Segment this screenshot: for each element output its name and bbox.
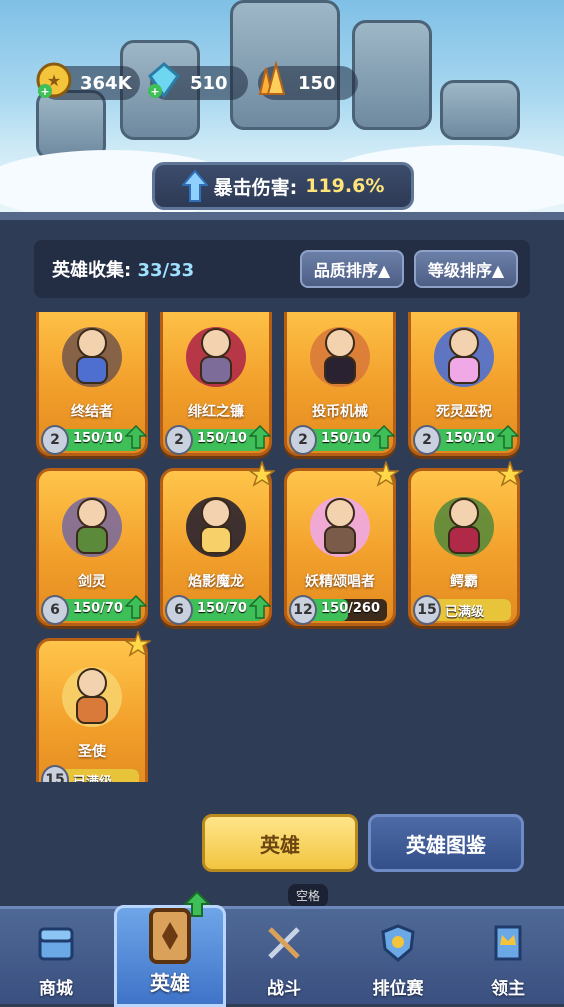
hero-portrait <box>434 327 494 387</box>
upgrade-arrow-icon <box>249 595 271 619</box>
hero-name: 圣使 <box>78 744 106 760</box>
hero-level-badge: 15 <box>41 765 69 782</box>
shield-icon <box>381 924 415 962</box>
hero-card[interactable]: 死灵巫祝 2 150/10 <box>408 312 520 456</box>
hero-portrait <box>310 327 370 387</box>
hero-card[interactable]: 焰影魔龙 6 150/70 <box>160 461 275 626</box>
hero-progress-bar: 2 150/10 <box>289 425 395 455</box>
crystal-value: 150 <box>298 72 336 94</box>
hero-portrait <box>186 497 246 557</box>
crit-label: 暴击伤害: <box>213 176 298 199</box>
tooltip: 空格 <box>288 884 329 907</box>
hero-level-badge: 2 <box>41 425 69 455</box>
hero-portrait <box>310 497 370 557</box>
hero-card[interactable]: 圣使 15 已满级 <box>36 631 151 782</box>
hero-level-badge: 2 <box>165 425 193 455</box>
hero-name: 妖精颂唱者 <box>305 574 375 590</box>
hero-name: 终结者 <box>71 404 113 420</box>
hero-progress-text: 已满级 <box>73 771 139 782</box>
hero-card[interactable]: 绯红之镰 2 150/10 <box>160 312 272 456</box>
hero-portrait <box>434 497 494 557</box>
hero-portrait <box>186 327 246 387</box>
hero-name: 死灵巫祝 <box>436 404 492 420</box>
arrow-up-icon <box>181 169 208 202</box>
hero-portrait <box>62 497 122 557</box>
collection-count: 33/33 <box>137 260 195 281</box>
hero-card[interactable]: 妖精颂唱者 12 150/260 <box>284 461 399 626</box>
hero-name: 绯红之镰 <box>188 404 244 420</box>
hero-level-badge: 6 <box>41 595 69 625</box>
hero-progress-bar: 15 已满级 <box>41 765 139 782</box>
crit-damage-banner: 暴击伤害: 119.6% <box>152 162 414 210</box>
tab-hero[interactable]: 英雄 <box>114 890 226 1007</box>
hero-progress-bar: 2 150/10 <box>41 425 147 455</box>
crystal-icon <box>258 60 286 95</box>
hero-name: 投币机械 <box>312 404 368 420</box>
hero-card[interactable]: 鳄霸 15 已满级 <box>408 461 523 626</box>
hero-level-badge: 15 <box>413 595 441 625</box>
upgrade-arrow-icon <box>125 425 147 449</box>
statue-robot <box>440 80 520 140</box>
hero-button[interactable]: 英雄 <box>202 814 358 872</box>
hero-progress-text: 已满级 <box>445 605 485 620</box>
hero-level-badge: 6 <box>165 595 193 625</box>
upgrade-arrow-icon <box>373 425 395 449</box>
upgrade-arrow-icon <box>183 890 211 917</box>
divider-band <box>0 212 564 220</box>
gem-resource[interactable]: + 510 <box>147 62 248 100</box>
svg-text:+: + <box>150 85 159 98</box>
hero-progress-bar: 2 150/10 <box>413 425 519 455</box>
tab-ranked[interactable]: 排位赛 <box>342 909 454 1007</box>
crystal-resource[interactable]: 150 <box>258 60 358 100</box>
tab-shop[interactable]: 商城 <box>0 909 112 1007</box>
hero-progress-bar: 2 150/10 <box>165 425 271 455</box>
hero-progress-bar: 12 150/260 <box>289 595 387 625</box>
hero-progress-text: 150/260 <box>321 601 381 616</box>
hero-atlas-button[interactable]: 英雄图鉴 <box>368 814 524 872</box>
hero-portrait <box>62 327 122 387</box>
hero-level-badge: 2 <box>289 425 317 455</box>
crown-banner-icon <box>494 925 522 961</box>
upgrade-arrow-icon <box>249 425 271 449</box>
gold-resource[interactable]: ★ + 364K <box>36 62 140 100</box>
hero-card[interactable]: 剑灵 6 150/70 <box>36 468 148 626</box>
hero-name: 剑灵 <box>78 574 106 590</box>
crit-value: 119.6% <box>305 175 385 197</box>
hero-level-badge: 2 <box>413 425 441 455</box>
hero-grid[interactable]: 终结者 2 150/10 绯红之镰 2 150/10 投币机械 2 150/10… <box>36 312 530 782</box>
tab-battle[interactable]: 战斗 <box>228 909 340 1007</box>
hero-progress-bar: 6 150/70 <box>41 595 147 625</box>
sort-level-button[interactable]: 等级排序▲ <box>414 250 518 288</box>
hero-name: 焰影魔龙 <box>188 574 244 590</box>
hero-portrait <box>62 667 122 727</box>
svg-text:+: + <box>40 85 49 98</box>
gem-icon: + <box>147 62 181 99</box>
collection-label: 英雄收集: 33/33 <box>52 260 195 281</box>
gold-coin-icon: ★+ <box>36 62 72 98</box>
statue-knight <box>352 20 432 130</box>
hero-progress-bar: 15 已满级 <box>413 595 511 625</box>
gold-value: 364K <box>80 72 132 94</box>
hero-progress-bar: 6 150/70 <box>165 595 271 625</box>
upgrade-arrow-icon <box>125 595 147 619</box>
gem-value: 510 <box>190 72 228 94</box>
hero-card[interactable]: 终结者 2 150/10 <box>36 312 148 456</box>
sort-quality-button[interactable]: 品质排序▲ <box>300 250 404 288</box>
crossed-swords-icon <box>268 927 300 959</box>
bottom-tab-bar: 商城 英雄 战斗 排位赛 领主 <box>0 890 564 1007</box>
upgrade-arrow-icon <box>497 425 519 449</box>
collection-header: 英雄收集: 33/33 品质排序▲ 等级排序▲ <box>34 240 530 298</box>
tab-lord[interactable]: 领主 <box>452 909 564 1007</box>
hero-name: 鳄霸 <box>450 574 478 590</box>
hero-level-badge: 12 <box>289 595 317 625</box>
hero-card[interactable]: 投币机械 2 150/10 <box>284 312 396 456</box>
treasure-chest-icon <box>38 927 74 961</box>
